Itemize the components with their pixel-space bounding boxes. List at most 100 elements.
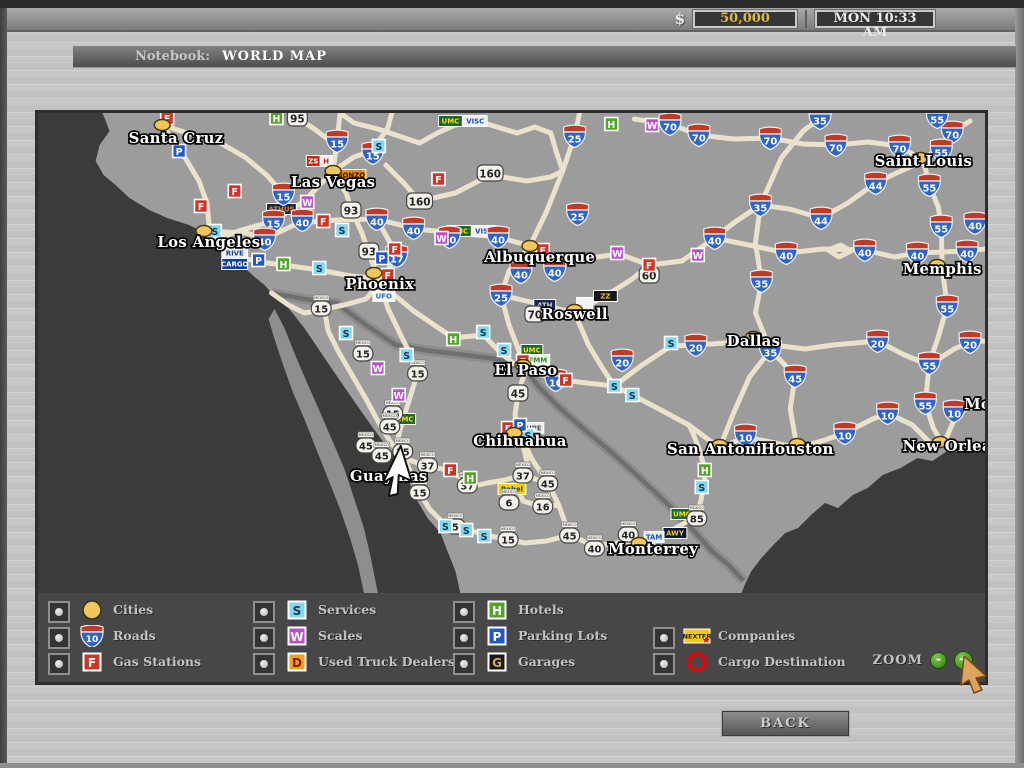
svg-text:P: P bbox=[378, 254, 385, 265]
svg-text:44: 44 bbox=[814, 216, 828, 227]
legend-label: Cities bbox=[113, 599, 153, 621]
company-logo: AWY bbox=[663, 528, 687, 539]
city-label[interactable]: Saint Louis bbox=[875, 152, 973, 170]
company-logo: ZZ bbox=[593, 291, 617, 302]
legend-checkbox-garages[interactable] bbox=[453, 653, 475, 675]
us-route-shield: 45 bbox=[508, 385, 528, 401]
legend-checkbox-cargo-destination[interactable] bbox=[653, 653, 675, 675]
company-logo: VISC bbox=[463, 116, 487, 127]
world-map[interactable]: UMCVISCUMCVISCATHUSGONZORIVECARGOUFOZZAT… bbox=[38, 113, 985, 593]
legend-checkbox-services[interactable] bbox=[253, 601, 275, 623]
window-border-right bbox=[1015, 8, 1024, 768]
interstate-shield: 40 bbox=[964, 212, 985, 234]
P-map-icon: P bbox=[252, 254, 265, 267]
svg-text:45: 45 bbox=[359, 441, 373, 452]
dollar-icon: $ bbox=[675, 10, 685, 28]
svg-text:MEXICO: MEXICO bbox=[621, 522, 635, 526]
svg-text:45: 45 bbox=[541, 479, 555, 490]
svg-text:D: D bbox=[292, 656, 302, 670]
legend-label: Scales bbox=[318, 625, 362, 647]
zoom-in-button[interactable]: + bbox=[954, 651, 973, 670]
city-label[interactable]: Memphis bbox=[903, 260, 982, 278]
back-button[interactable]: BACK bbox=[722, 711, 849, 736]
svg-text:10: 10 bbox=[838, 431, 852, 442]
svg-text:MEXICO: MEXICO bbox=[314, 296, 328, 300]
svg-text:40: 40 bbox=[968, 221, 982, 232]
legend-checkbox-companies[interactable] bbox=[653, 627, 675, 649]
legend-checkbox-scales[interactable] bbox=[253, 627, 275, 649]
H-map-icon: H bbox=[698, 464, 711, 477]
S-map-icon: S bbox=[498, 344, 511, 357]
svg-text:45: 45 bbox=[563, 531, 577, 542]
svg-text:F: F bbox=[562, 376, 568, 387]
svg-text:H: H bbox=[701, 466, 709, 477]
svg-text:20: 20 bbox=[963, 340, 977, 351]
company-logo: ZS bbox=[306, 156, 320, 167]
city-label[interactable]: Dallas bbox=[727, 332, 781, 350]
city-label[interactable]: Las Vegas bbox=[291, 173, 375, 191]
city-label[interactable]: San Antonio bbox=[667, 440, 772, 458]
H-map-icon: H bbox=[447, 333, 460, 346]
city-label[interactable]: Houston bbox=[761, 440, 834, 458]
svg-text:85: 85 bbox=[690, 514, 704, 525]
svg-text:20: 20 bbox=[871, 339, 885, 350]
S-map-icon: S bbox=[626, 389, 639, 402]
mexico-route-shield: MEXICO45 bbox=[356, 432, 376, 453]
zoom-out-button[interactable]: - bbox=[930, 652, 947, 669]
legend-label: Cargo Destination bbox=[718, 651, 846, 673]
legend-checkbox-hotels[interactable] bbox=[453, 601, 475, 623]
svg-text:CARGO: CARGO bbox=[221, 261, 249, 269]
svg-text:16: 16 bbox=[536, 502, 550, 513]
svg-text:MEXICO: MEXICO bbox=[420, 453, 434, 457]
svg-text:UMC: UMC bbox=[442, 118, 460, 126]
city-icon bbox=[81, 599, 103, 621]
legend-checkbox-roads[interactable] bbox=[48, 627, 70, 649]
city-label[interactable]: Santa Cruz bbox=[129, 129, 224, 147]
svg-text:S: S bbox=[668, 339, 675, 350]
legend-checkbox-cities[interactable] bbox=[48, 601, 70, 623]
S-map-icon: S bbox=[478, 530, 491, 543]
svg-text:MEXICO: MEXICO bbox=[563, 523, 577, 527]
svg-text:S: S bbox=[339, 226, 346, 237]
city-label[interactable]: Phoenix bbox=[345, 275, 414, 293]
G-icon: G bbox=[486, 651, 508, 673]
F-map-icon: F bbox=[432, 173, 445, 186]
S-map-icon: S bbox=[477, 326, 490, 339]
city-label[interactable]: New Orleans bbox=[903, 437, 985, 455]
svg-text:25: 25 bbox=[494, 293, 508, 304]
svg-text:MEXICO: MEXICO bbox=[690, 506, 704, 510]
svg-text:70: 70 bbox=[528, 309, 543, 321]
window-border-bottom bbox=[0, 763, 1024, 768]
mexico-route-shield: MEXICO45 bbox=[538, 470, 558, 491]
city-label[interactable]: Monterrey bbox=[608, 540, 699, 558]
company-logo: H bbox=[320, 156, 332, 167]
F-icon: F bbox=[81, 651, 103, 673]
us-route-shield: 160 bbox=[477, 165, 503, 181]
legend-checkbox-gas-stations[interactable] bbox=[48, 653, 70, 675]
city-label[interactable]: Mobile bbox=[964, 395, 985, 413]
city-label[interactable]: Roswell bbox=[541, 305, 607, 323]
mexico-route-shield: MEXICO6 bbox=[499, 489, 519, 510]
svg-text:35: 35 bbox=[813, 116, 827, 127]
svg-text:ZS: ZS bbox=[308, 158, 318, 166]
checkbox-dot bbox=[55, 660, 63, 668]
legend-checkbox-parking-lots[interactable] bbox=[453, 627, 475, 649]
checkbox-dot bbox=[260, 660, 268, 668]
city-label[interactable]: Chihuahua bbox=[473, 432, 567, 450]
svg-text:S: S bbox=[293, 604, 302, 618]
svg-text:AWY: AWY bbox=[666, 530, 685, 538]
city-label[interactable]: El Paso bbox=[494, 361, 557, 379]
city-label[interactable]: Los Angeles bbox=[157, 233, 260, 251]
H-map-icon: H bbox=[270, 113, 283, 125]
us-route-shield: 160 bbox=[407, 193, 433, 209]
zoom-controls: ZOOM - + bbox=[872, 651, 973, 670]
us-route-shield: 95 bbox=[287, 113, 307, 126]
svg-text:F: F bbox=[447, 466, 453, 477]
W-map-icon: W bbox=[435, 232, 448, 245]
legend-icon: F bbox=[78, 651, 106, 673]
time-display: MON 10:33 AM bbox=[815, 10, 935, 28]
legend-icon: G bbox=[483, 651, 511, 673]
city-label[interactable]: Albuquerque bbox=[483, 248, 595, 266]
svg-text:S: S bbox=[463, 526, 470, 537]
legend-checkbox-used-truck-dealers[interactable] bbox=[253, 653, 275, 675]
